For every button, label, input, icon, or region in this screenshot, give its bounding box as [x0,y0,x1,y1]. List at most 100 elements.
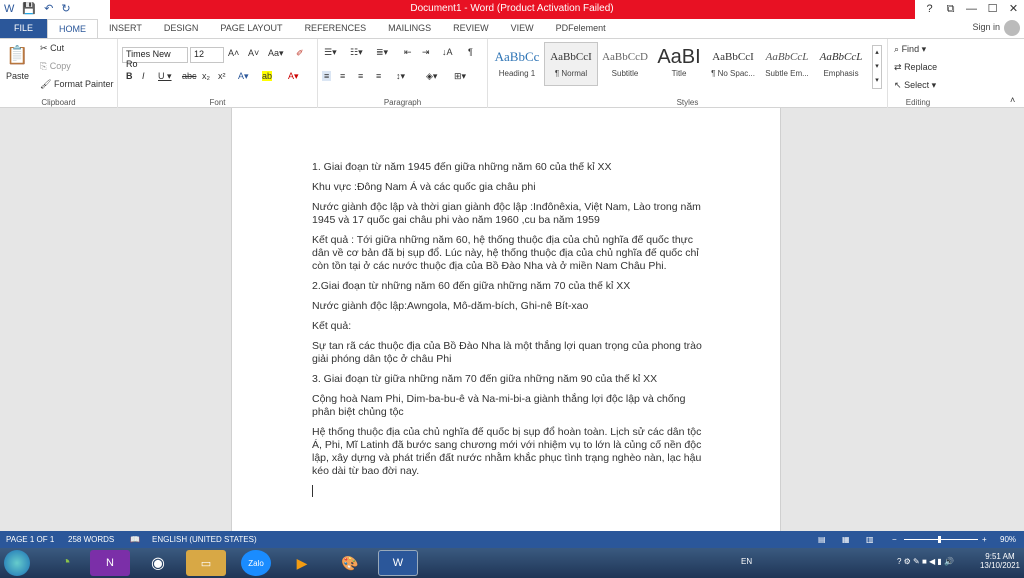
sign-in-link[interactable]: Sign in [972,22,1000,32]
tray-icons[interactable]: ? ⚙ ✎ ■ ◀ ▮ 🔊 [897,557,954,566]
collapse-ribbon-icon[interactable]: ˄ [1010,95,1015,105]
font-color-icon[interactable]: A▾ [288,71,299,82]
select-button[interactable]: ↖ Select ▾ [894,80,936,91]
taskbar-zalo[interactable]: Zalo [241,550,271,576]
taskbar-app-green[interactable]: ◔ [46,550,86,576]
web-layout-icon[interactable]: ▥ [866,535,874,544]
help-button[interactable]: ? [919,0,940,19]
paragraph[interactable]: Nước giành độc lập:Awngola, Mô-dăm-bích,… [312,300,704,313]
style-heading-1[interactable]: AaBbCc Heading 1 [490,42,544,86]
chrome-icon[interactable]: ◉ [138,550,178,576]
paint-icon[interactable]: 🎨 [330,550,370,576]
language-indicator[interactable]: ENGLISH (UNITED STATES) [152,535,257,544]
style-no-spacing[interactable]: AaBbCcI ¶ No Spac... [706,42,760,86]
italic-icon[interactable]: I [142,71,145,81]
tab-pdfelement[interactable]: PDFelement [545,19,617,38]
align-center-icon[interactable]: ≡ [340,71,345,81]
tab-view[interactable]: VIEW [500,19,545,38]
paragraph[interactable]: Cộng hoà Nam Phi, Dim-ba-bu-ê và Na-mi-b… [312,393,704,419]
taskbar-word[interactable]: W [378,550,418,576]
tab-file[interactable]: FILE [0,19,48,38]
line-spacing-icon[interactable]: ↕▾ [396,71,405,82]
start-button[interactable] [4,550,30,576]
paste-icon[interactable]: 📋 [6,45,28,66]
borders-icon[interactable]: ⊞▾ [454,71,466,82]
sort-icon[interactable]: ↓A [442,47,453,57]
grow-font-icon[interactable]: A˄ [228,48,239,58]
paragraph[interactable]: 3. Giai đoạn từ giữa những năm 70 đến gi… [312,373,704,386]
page-count[interactable]: PAGE 1 OF 1 [6,535,54,544]
zoom-in-button[interactable]: + [982,535,987,544]
clear-format-icon[interactable]: ✐ [296,48,304,59]
copy-button[interactable]: ⎘ Copy [40,61,71,72]
find-button[interactable]: ⌕ Find ▾ [894,44,926,55]
paragraph[interactable]: Kết quả: [312,320,704,333]
replace-button[interactable]: ⇄ Replace [894,62,937,73]
shrink-font-icon[interactable]: A˅ [248,48,259,58]
underline-icon[interactable]: U ▾ [158,71,172,82]
tab-mailings[interactable]: MAILINGS [377,19,442,38]
zoom-slider-thumb[interactable] [938,536,941,543]
increase-indent-icon[interactable]: ⇥ [422,47,430,58]
tab-insert[interactable]: INSERT [98,19,153,38]
change-case-icon[interactable]: Aa▾ [268,48,284,59]
avatar[interactable] [1004,20,1020,36]
zoom-out-button[interactable]: − [892,535,897,544]
paragraph[interactable]: 2.Giai đoạn từ những năm 60 đến giữa nhữ… [312,280,704,293]
cut-button[interactable]: ✂ Cut [40,43,64,54]
format-painter-button[interactable]: 🖌 Format Painter [40,79,113,90]
paragraph[interactable]: Nước giành độc lập và thời gian giành độ… [312,201,704,227]
print-layout-icon[interactable]: ▦ [842,535,850,544]
document-page[interactable]: 1. Giai đoạn từ năm 1945 đến giữa những … [231,108,781,531]
close-button[interactable]: ✕ [1003,0,1024,19]
justify-icon[interactable]: ≡ [376,71,381,81]
paste-button[interactable]: Paste [6,71,29,81]
numbering-icon[interactable]: ☷▾ [350,47,363,58]
text-effects-icon[interactable]: A▾ [238,71,249,82]
taskbar-onenote[interactable]: N [90,550,130,576]
decrease-indent-icon[interactable]: ⇤ [404,47,412,58]
document-body[interactable]: 1. Giai đoạn từ năm 1945 đến giữa những … [312,161,704,508]
style-subtle-emphasis[interactable]: AaBbCcL Subtle Em... [760,42,814,86]
minimize-button[interactable]: — [961,0,982,19]
font-name-select[interactable]: Times New Ro [122,47,188,69]
highlight-icon[interactable]: ab [262,71,273,81]
multilevel-list-icon[interactable]: ≣▾ [376,47,388,58]
subscript-icon[interactable]: x₂ [202,71,210,81]
maximize-button[interactable]: ☐ [982,0,1003,19]
tab-review[interactable]: REVIEW [442,19,500,38]
ribbon-display-button[interactable]: ⧉ [940,0,961,19]
shading-icon[interactable]: ◈▾ [426,71,437,82]
zoom-level[interactable]: 90% [1000,535,1016,544]
align-left-icon[interactable]: ≡ [322,71,332,81]
media-player-icon[interactable]: ▶ [282,550,322,576]
superscript-icon[interactable]: x² [218,71,226,81]
input-language[interactable]: EN [741,557,752,566]
read-mode-icon[interactable]: ▤ [818,535,826,544]
paragraph[interactable]: Hệ thống thuộc địa của chủ nghĩa đế quốc… [312,426,704,478]
font-size-select[interactable]: 12 [190,47,224,63]
strikethrough-icon[interactable]: abc [182,71,197,81]
tab-home[interactable]: HOME [47,19,99,38]
show-marks-icon[interactable]: ¶ [468,47,473,57]
zoom-slider[interactable] [904,539,978,540]
align-right-icon[interactable]: ≡ [358,71,363,81]
tab-design[interactable]: DESIGN [153,19,210,38]
tab-references[interactable]: REFERENCES [294,19,378,38]
paragraph[interactable]: Kết quả : Tới giữa những năm 60, hệ thốn… [312,234,704,273]
style-emphasis[interactable]: AaBbCcL Emphasis [814,42,868,86]
style-title[interactable]: AaBI Title [652,42,706,86]
styles-scroll-icon[interactable]: ▴ ▾ ▾ [872,45,882,89]
style-normal[interactable]: AaBbCcI ¶ Normal [544,42,598,86]
tab-page-layout[interactable]: PAGE LAYOUT [209,19,293,38]
word-count[interactable]: 258 WORDS [68,535,114,544]
paragraph[interactable]: Khu vực :Đông Nam Á và các quốc gia châu… [312,181,704,194]
file-explorer-icon[interactable]: ▭ [186,550,226,576]
bullets-icon[interactable]: ☰▾ [324,47,337,58]
paragraph[interactable]: 1. Giai đoạn từ năm 1945 đến giữa những … [312,161,704,174]
clock[interactable]: 9:51 AM 13/10/2021 [980,552,1020,570]
bold-icon[interactable]: B [126,71,133,81]
style-subtitle[interactable]: AaBbCcD Subtitle [598,42,652,86]
paragraph[interactable]: Sự tan rã các thuộc địa của Bồ Đào Nha l… [312,340,704,366]
proofing-icon[interactable]: 📖 [130,535,140,544]
